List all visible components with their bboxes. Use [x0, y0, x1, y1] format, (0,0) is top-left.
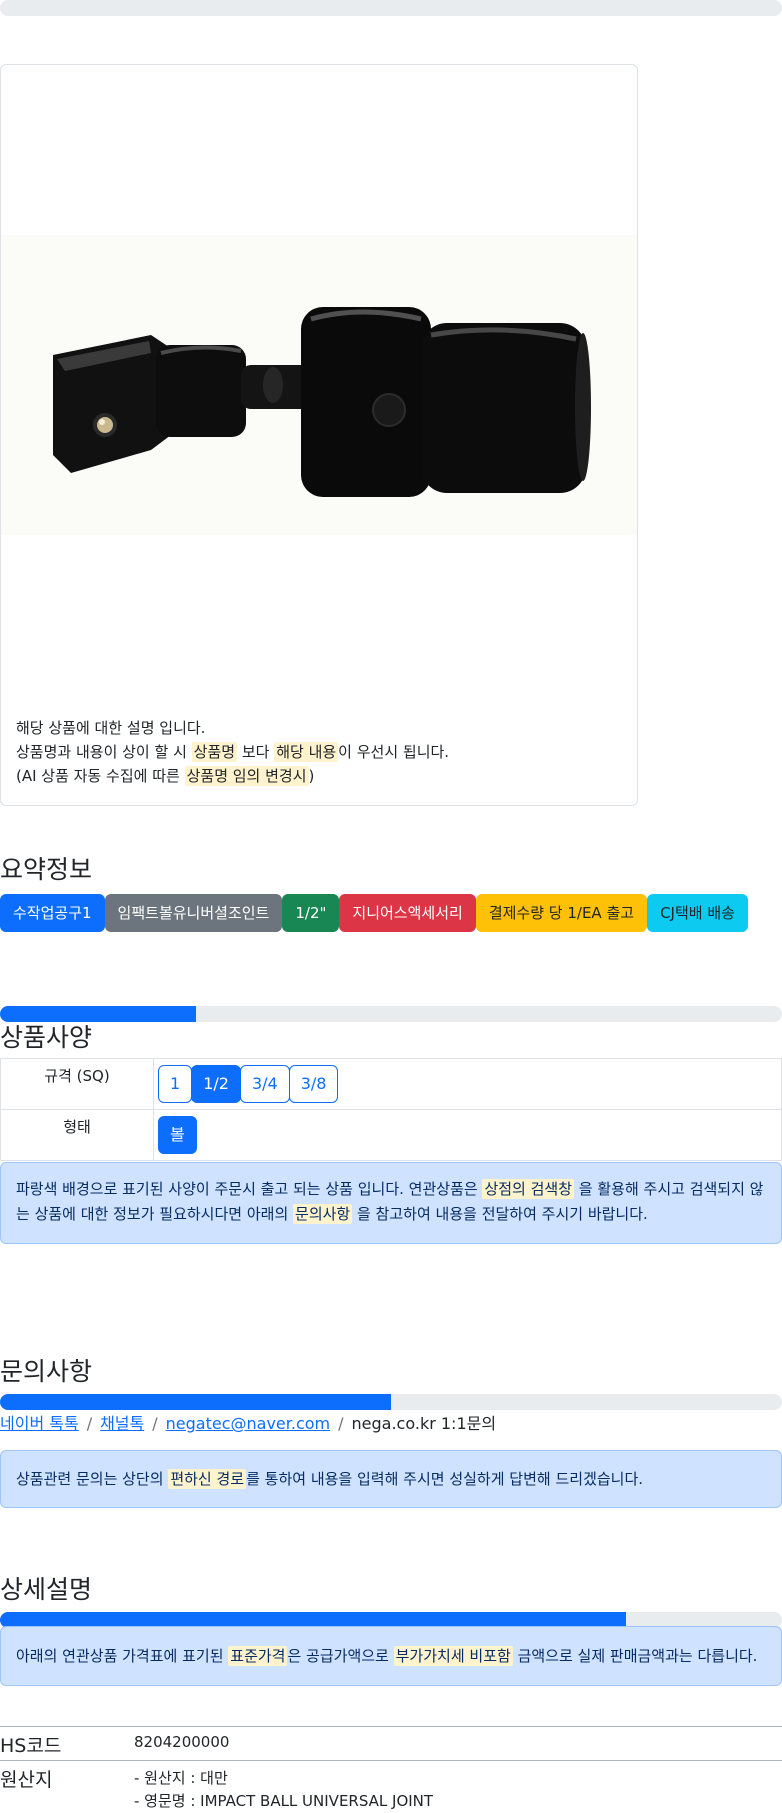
summary-badges: 수작업공구1 임팩트볼유니버셜조인트 1/2" 지니어스액세서리 결제수량 당 … — [0, 894, 748, 932]
description-text: 이 우선시 됩니다. — [338, 743, 450, 761]
spec-table: 규격 (SQ) 1 1/2 3/4 3/8 형태 볼 — [0, 1058, 782, 1161]
option-shape-ball[interactable]: 볼 — [158, 1116, 197, 1154]
hs-code-row: HS코드 8204200000 — [0, 1726, 782, 1760]
badge-product-type: 임팩트볼유니버셜조인트 — [104, 894, 283, 932]
origin-values: - 원산지 : 대만 - 영문명 : IMPACT BALL UNIVERSAL… — [134, 1767, 433, 1813]
highlight-product-name: 상품명 — [191, 742, 238, 762]
spec-label-shape: 형태 — [0, 1109, 154, 1161]
badge-shipping: CJ택배 배송 — [647, 894, 748, 932]
inquiry-progress-fill — [0, 1394, 391, 1410]
link-channel-talk[interactable]: 채널톡 — [100, 1414, 144, 1433]
product-description: 해당 상품에 대한 설명 입니다. 상품명과 내용이 상이 할 시 상품명 보다… — [16, 716, 449, 788]
option-size-1[interactable]: 1 — [158, 1065, 193, 1103]
highlight-content: 해당 내용 — [274, 742, 339, 762]
option-size-1-2[interactable]: 1/2 — [191, 1065, 241, 1103]
badge-brand: 지니어스액세서리 — [339, 894, 476, 932]
highlight-search: 상점의 검색창 — [482, 1179, 575, 1199]
highlight-standard-price: 표준가격 — [228, 1646, 288, 1666]
description-text: 상품명과 내용이 상이 할 시 — [16, 743, 192, 761]
origin-row: 원산지 - 원산지 : 대만 - 영문명 : IMPACT BALL UNIVE… — [0, 1760, 782, 1810]
description-text: (AI 상품 자동 수집에 따른 — [16, 767, 185, 785]
detail-title: 상세설명 — [0, 1575, 93, 1604]
separator: / — [86, 1414, 93, 1433]
inquiry-progress-bar — [0, 1394, 782, 1410]
badge-quantity: 결제수량 당 1/EA 출고 — [475, 894, 648, 932]
highlight-name-change: 상품명 임의 변경시 — [184, 766, 309, 786]
inquiry-title: 문의사항 — [0, 1357, 93, 1386]
inquiry-links: 네이버 톡톡 / 채널톡 / negatec@naver.com / nega.co.kr … — [0, 1410, 496, 1434]
notice-text: 금액으로 실제 판매금액과는 다릅니다. — [512, 1647, 758, 1665]
option-size-3-8[interactable]: 3/8 — [288, 1065, 339, 1103]
origin-english-name: - 영문명 : IMPACT BALL UNIVERSAL JOINT — [134, 1792, 434, 1810]
spec-progress-bar — [0, 1006, 782, 1022]
badge-size: 1/2" — [282, 894, 340, 932]
description-text: 보다 — [237, 743, 275, 761]
description-text: ) — [308, 767, 315, 785]
highlight-vat: 부가가치세 비포함 — [393, 1646, 513, 1666]
spec-title: 상품사양 — [0, 1023, 93, 1052]
spec-options-shape: 볼 — [153, 1109, 782, 1161]
universal-joint-image — [53, 307, 591, 497]
description-line-2: 상품명과 내용이 상이 할 시 상품명 보다 해당 내용 이 우선시 됩니다. — [16, 740, 449, 764]
origin-country: - 원산지 : 대만 — [134, 1769, 228, 1787]
top-progress-bar — [0, 0, 782, 16]
detail-notice: 아래의 연관상품 가격표에 표기된 표준가격 은 공급가액으로 부가가치세 비포함… — [0, 1626, 782, 1686]
notice-text: 은 공급가액으로 — [287, 1647, 394, 1665]
spec-row-size: 규격 (SQ) 1 1/2 3/4 3/8 — [0, 1058, 782, 1110]
spec-label-size: 규격 (SQ) — [0, 1058, 154, 1110]
inquiry-notice: 상품관련 문의는 상단의 편하신 경로 를 통하여 내용을 입력해 주시면 성실하… — [0, 1450, 782, 1508]
separator: / — [338, 1414, 344, 1433]
notice-text: 파랑색 배경으로 표기된 사양이 주문시 출고 되는 상품 입니다. 연관상품은 — [16, 1180, 483, 1198]
inquiry-site: nega.co.kr 1:1문의 — [351, 1414, 497, 1433]
option-size-3-4[interactable]: 3/4 — [239, 1065, 290, 1103]
spec-row-shape: 형태 볼 — [0, 1109, 782, 1161]
notice-text: 아래의 연관상품 가격표에 표기된 — [16, 1647, 229, 1665]
badge-category: 수작업공구1 — [0, 894, 105, 932]
origin-label: 원산지 — [0, 1769, 53, 1791]
notice-text: 상품관련 문의는 상단의 — [16, 1470, 169, 1488]
link-email[interactable]: negatec@naver.com — [166, 1414, 330, 1433]
product-card — [0, 64, 638, 806]
spec-options-size: 1 1/2 3/4 3/8 — [153, 1058, 782, 1110]
highlight-route: 편하신 경로 — [168, 1469, 247, 1489]
hs-code-label: HS코드 — [0, 1735, 62, 1757]
separator: / — [152, 1414, 158, 1433]
description-line-3: (AI 상품 자동 수집에 따른 상품명 임의 변경시) — [16, 764, 449, 788]
summary-title: 요약정보 — [0, 855, 93, 884]
notice-text: 를 통하여 내용을 입력해 주시면 성실하게 답변해 드리겠습니다. — [246, 1470, 644, 1488]
description-line-1: 해당 상품에 대한 설명 입니다. — [16, 719, 206, 737]
highlight-inquiry: 문의사항 — [293, 1204, 353, 1224]
product-image — [1, 235, 637, 535]
hs-code-value: 8204200000 — [134, 1733, 230, 1751]
spec-notice: 파랑색 배경으로 표기된 사양이 주문시 출고 되는 상품 입니다. 연관상품은… — [0, 1162, 782, 1244]
notice-text: 을 참고하여 내용을 전달하여 주시기 바랍니다. — [352, 1205, 648, 1223]
link-naver-talk[interactable]: 네이버 톡톡 — [0, 1414, 79, 1433]
